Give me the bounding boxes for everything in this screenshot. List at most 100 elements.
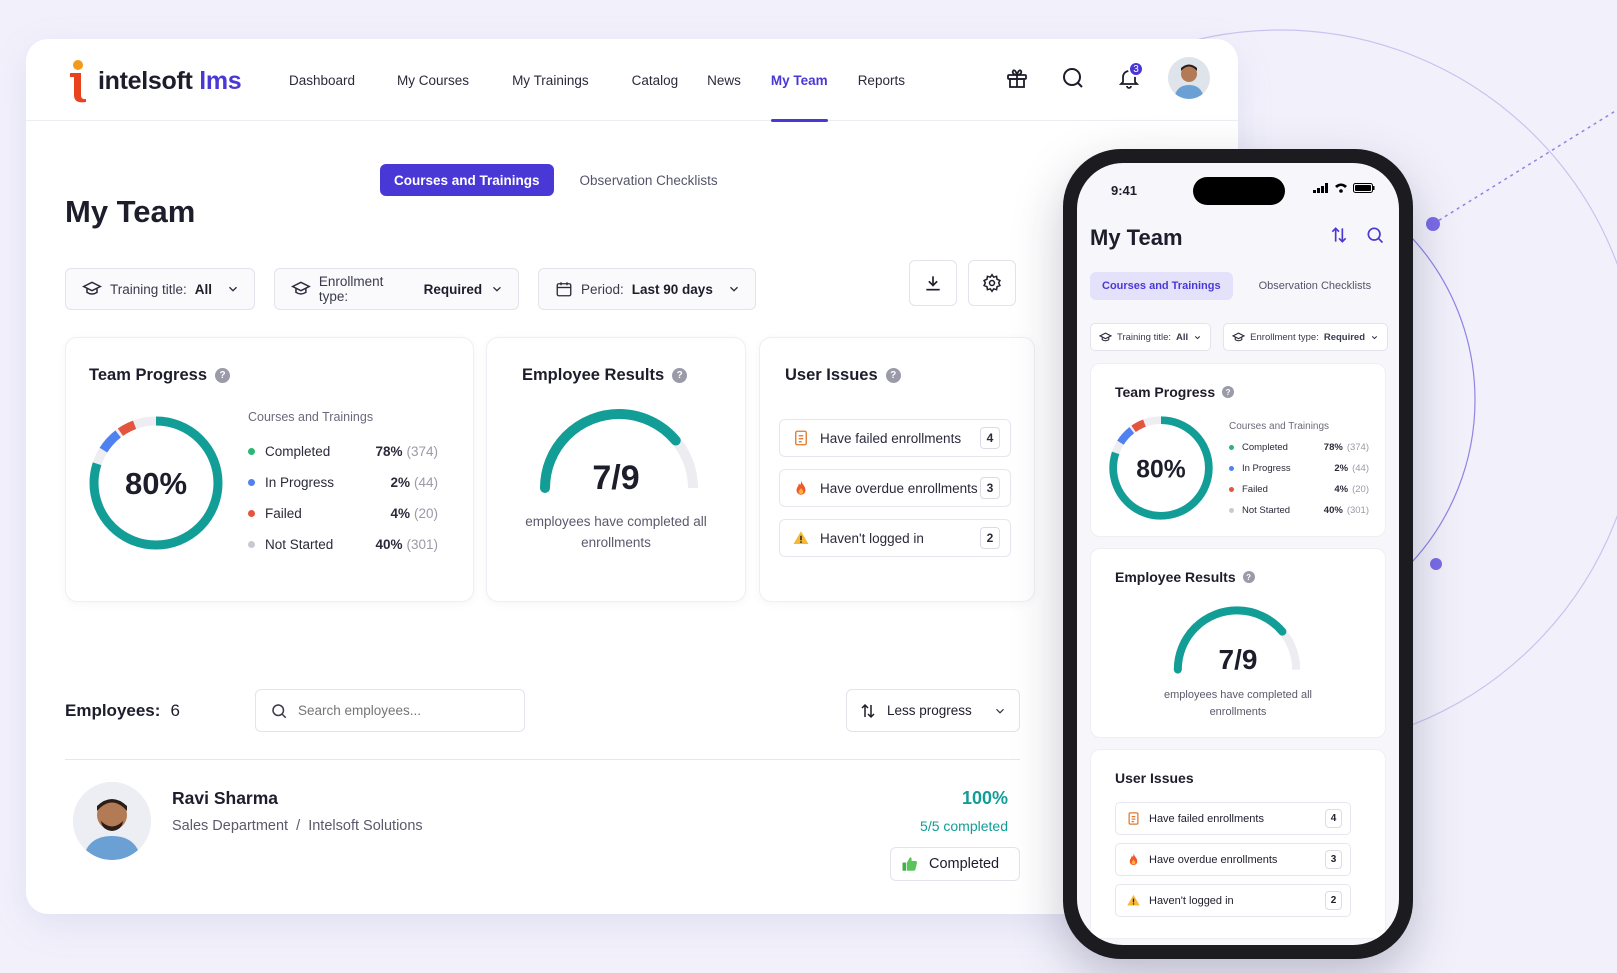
download-button[interactable] [909, 260, 957, 306]
employee-department: Sales Department / Intelsoft Solutions [172, 818, 423, 834]
legend-pct: 40% [1323, 505, 1343, 516]
nav-icons: 3 [1000, 57, 1210, 99]
user-avatar[interactable] [1168, 57, 1210, 99]
tab-courses-and-trainings[interactable]: Courses and Trainings [380, 164, 554, 196]
fire-icon [1124, 851, 1142, 869]
caption-line-2: enrollments [1209, 706, 1267, 718]
legend-pct: 4% [1334, 484, 1349, 495]
gift-icon[interactable] [1000, 61, 1034, 95]
legend-count: (374) [406, 444, 438, 459]
legend-label: Not Started [265, 537, 334, 552]
enrollment-filter-label: Enrollment type: [318, 274, 384, 304]
chevron-down-icon [1371, 335, 1378, 339]
not-started-dot [248, 541, 255, 548]
issue-label: Haven't logged in [1149, 894, 1234, 907]
content-tabs: Courses and Trainings Observation Checkl… [380, 164, 732, 196]
bell-icon[interactable]: 3 [1112, 61, 1146, 95]
tab-observation-checklists[interactable]: Observation Checklists [1247, 272, 1384, 300]
employee-results-caption: employees have completed all enrollments [1091, 687, 1385, 721]
help-icon[interactable]: ? [885, 368, 901, 383]
issue-overdue-enrollments[interactable]: Have overdue enrollments 3 [1115, 843, 1351, 876]
training-title-filter[interactable]: Training title: All [1090, 323, 1212, 351]
employee-avatar[interactable] [73, 782, 151, 860]
training-filter-label: Training title: [1117, 331, 1172, 343]
sort-arrows-icon[interactable] [1329, 225, 1349, 245]
issue-failed-enrollments[interactable]: Have failed enrollments 4 [1115, 802, 1351, 835]
not-started-dot [1229, 508, 1234, 513]
legend-title: Courses and Trainings [248, 410, 374, 424]
phone-team-progress-legend: Courses and Trainings Completed 78% (374) … [1229, 421, 1369, 521]
help-icon[interactable]: ? [215, 368, 230, 383]
search-icon[interactable] [1056, 61, 1090, 95]
tab-observation-checklists[interactable]: Observation Checklists [566, 164, 732, 196]
team-progress-title: Team Progress? [1115, 384, 1235, 400]
team-progress-legend: Courses and Trainings Completed 78% (374) … [248, 410, 438, 560]
gear-icon [983, 273, 1001, 293]
team-progress-percent: 80% [125, 466, 187, 501]
nav-catalog[interactable]: Catalog [632, 39, 679, 121]
legend-pct: 2% [390, 475, 410, 490]
nav-news[interactable]: News [707, 39, 741, 121]
search-input[interactable] [298, 703, 498, 718]
legend-row-in-progress: In Progress 2% (44) [1229, 458, 1369, 479]
legend-pct: 40% [375, 537, 403, 552]
battery-icon [1353, 183, 1375, 193]
legend-row-completed: Completed 78% (374) [1229, 437, 1369, 458]
phone-team-progress-donut: 80% [1109, 416, 1213, 520]
logo[interactable]: intelsoft lms [66, 59, 242, 103]
settings-button[interactable] [968, 260, 1016, 306]
caption-line-1: employees have completed all [1164, 689, 1312, 701]
team-progress-title-text: Team Progress [89, 366, 207, 384]
training-title-filter[interactable]: Training title: All [65, 268, 255, 310]
issue-not-logged-in[interactable]: Haven't logged in 2 [779, 519, 1011, 557]
nav-links: Dashboard My Courses My Trainings Catalo… [289, 39, 905, 122]
enrollment-filter-label: Enrollment type: [1250, 331, 1319, 343]
brand-name: intelsoft [98, 66, 193, 95]
nav-dashboard[interactable]: Dashboard [289, 39, 355, 121]
period-filter-value: Last 90 days [631, 281, 713, 297]
status-text: Completed [929, 856, 1000, 872]
employee-name[interactable]: Ravi Sharma [172, 788, 278, 809]
period-filter[interactable]: Period: Last 90 days [538, 268, 756, 310]
issue-overdue-enrollments[interactable]: Have overdue enrollments 3 [779, 469, 1011, 507]
legend-pct: 78% [1323, 442, 1343, 453]
employees-count: 6 [170, 701, 180, 720]
nav-reports[interactable]: Reports [858, 39, 905, 121]
employee-search[interactable] [255, 689, 525, 732]
nav-my-trainings[interactable]: My Trainings [512, 39, 589, 121]
clipboard-icon [790, 427, 812, 449]
issue-count: 3 [980, 477, 1000, 499]
enrollment-type-filter[interactable]: Enrollment type: Required [1223, 323, 1389, 351]
help-icon[interactable]: ? [1222, 386, 1235, 398]
user-issues-title-text: User Issues [1115, 770, 1194, 786]
tab-courses-and-trainings[interactable]: Courses and Trainings [1090, 272, 1233, 300]
employees-label-text: Employees: [65, 701, 161, 720]
download-icon [926, 276, 940, 291]
help-icon[interactable]: ? [1242, 571, 1255, 583]
legend-count: (44) [413, 475, 438, 490]
phone-time: 9:41 [1111, 183, 1138, 198]
legend-pct: 78% [375, 444, 403, 459]
nav-my-courses[interactable]: My Courses [397, 39, 469, 121]
issue-not-logged-in[interactable]: Haven't logged in 2 [1115, 884, 1351, 917]
signal-icon [1313, 183, 1328, 193]
search-icon[interactable] [1365, 225, 1385, 245]
issue-failed-enrollments[interactable]: Have failed enrollments 4 [779, 419, 1011, 457]
completed-dot [1229, 445, 1234, 450]
employee-results-card: Employee Results? 7/9 employees have com… [486, 337, 746, 602]
employee-results-value: 7/9 [1218, 644, 1258, 675]
employee-results-value: 7/9 [592, 459, 640, 497]
issue-label: Have overdue enrollments [820, 480, 978, 496]
issue-label: Haven't logged in [820, 530, 924, 546]
phone-header-icons [1329, 225, 1385, 245]
sort-dropdown[interactable]: Less progress [846, 689, 1020, 732]
enrollment-type-filter[interactable]: Enrollment type: Required [274, 268, 519, 310]
help-icon[interactable]: ? [672, 368, 688, 383]
wifi-icon [1335, 183, 1347, 193]
legend-label: Failed [1242, 484, 1268, 495]
issue-count: 4 [1325, 809, 1342, 828]
nav-my-team[interactable]: My Team [770, 39, 828, 122]
issue-label: Have failed enrollments [820, 430, 962, 446]
caption-line-2: enrollments [581, 535, 651, 550]
legend-title: Courses and Trainings [1229, 421, 1330, 432]
